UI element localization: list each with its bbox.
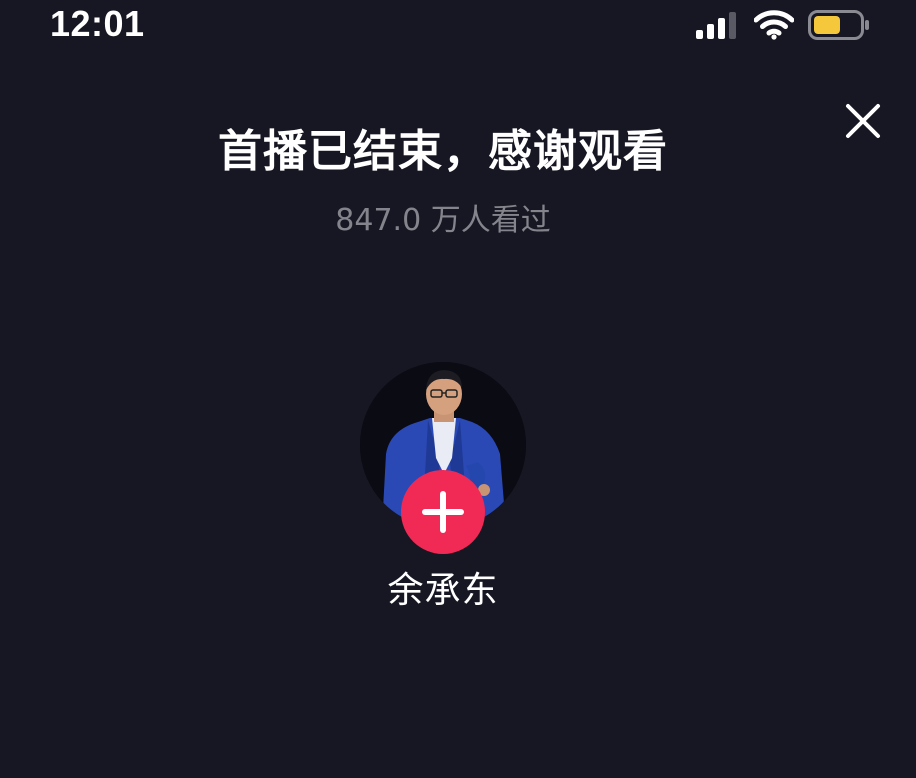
battery-icon (808, 10, 869, 40)
live-ended-title: 首播已结束，感谢观看 (218, 126, 668, 177)
wifi-icon (754, 10, 794, 40)
status-time: 12:01 (50, 3, 145, 44)
cellular-signal-icon (696, 12, 736, 39)
status-icons (696, 8, 870, 42)
follow-button[interactable] (401, 470, 485, 554)
live-ended-screen: 12:01 首播已结束，感谢观看 847.0 万人看过 余承东 (0, 0, 916, 778)
viewer-count: 847.0 万人看过 (335, 203, 551, 238)
plus-icon (422, 491, 464, 533)
streamer-name[interactable]: 余承东 (0, 566, 886, 616)
